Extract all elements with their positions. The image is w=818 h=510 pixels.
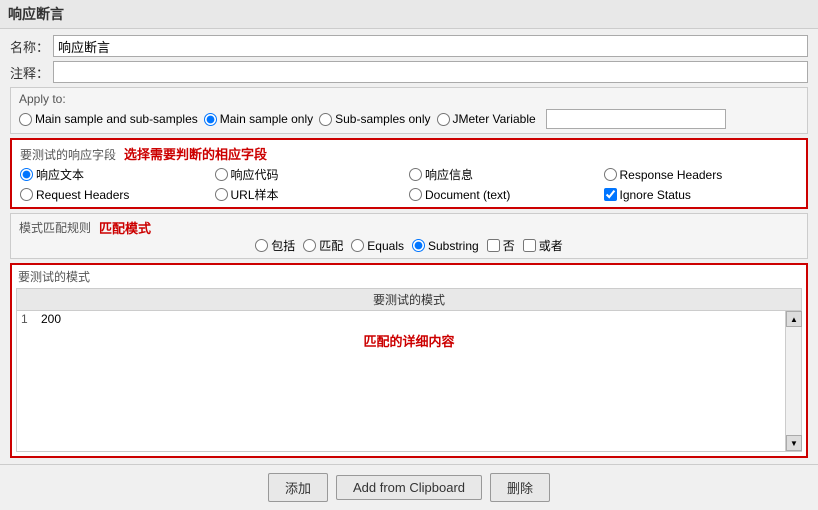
field-response-headers-radio[interactable] <box>604 168 617 181</box>
match-equals-radio[interactable] <box>351 239 364 252</box>
field-response-code-label[interactable]: 响应代码 <box>215 166 410 183</box>
apply-sub-only-label[interactable]: Sub-samples only <box>319 112 430 126</box>
field-to-test-section: 要测试的响应字段 选择需要判断的相应字段 响应文本 响应代码 响应信息 <box>10 138 808 209</box>
field-document-radio[interactable] <box>409 188 422 201</box>
field-response-code-radio[interactable] <box>215 168 228 181</box>
apply-to-section: Apply to: Main sample and sub-samples Ma… <box>10 87 808 134</box>
field-request-headers-radio[interactable] <box>20 188 33 201</box>
name-label: 名称： <box>10 37 49 56</box>
apply-to-label: Apply to: <box>19 92 799 106</box>
pattern-section-hint: 匹配模式 <box>99 218 151 237</box>
match-not-label[interactable]: 否 <box>487 237 515 254</box>
name-input[interactable] <box>53 35 808 57</box>
field-response-text-label[interactable]: 响应文本 <box>20 166 215 183</box>
match-matches-radio[interactable] <box>303 239 316 252</box>
match-contains-label[interactable]: 包括 <box>255 237 295 254</box>
panel-body: 名称： 注释： Apply to: Main sample and sub-sa… <box>0 29 818 464</box>
table-hint: 匹配的详细内容 <box>17 327 801 354</box>
table-row: 1 200 <box>17 311 801 327</box>
match-not-checkbox[interactable] <box>487 239 500 252</box>
field-request-headers-label[interactable]: Request Headers <box>20 186 215 203</box>
row-num: 1 <box>21 312 41 326</box>
field-ignore-status-label[interactable]: Ignore Status <box>604 186 799 203</box>
panel-title: 响应断言 <box>0 0 818 29</box>
match-or-label[interactable]: 或者 <box>523 237 563 254</box>
apply-jmeter-radio[interactable] <box>437 113 450 126</box>
match-contains-radio[interactable] <box>255 239 268 252</box>
field-response-headers-label[interactable]: Response Headers <box>604 166 799 183</box>
name-row: 名称： <box>10 35 808 57</box>
field-response-text-radio[interactable] <box>20 168 33 181</box>
scrollbar-track <box>786 327 801 435</box>
test-patterns-table: 要测试的模式 1 200 匹配的详细内容 ▲ ▼ <box>16 288 802 452</box>
field-response-info-radio[interactable] <box>409 168 422 181</box>
pattern-section-label: 模式匹配规则 <box>19 219 91 236</box>
apply-sub-only-radio[interactable] <box>319 113 332 126</box>
match-substring-radio[interactable] <box>412 239 425 252</box>
row-value: 200 <box>41 312 797 326</box>
add-button[interactable]: 添加 <box>268 473 328 502</box>
scrollbar-up-button[interactable]: ▲ <box>786 311 802 327</box>
field-section-label: 要测试的响应字段 <box>20 146 116 163</box>
footer-area: 添加 Add from Clipboard 删除 <box>0 464 818 510</box>
match-or-checkbox[interactable] <box>523 239 536 252</box>
field-ignore-status-checkbox[interactable] <box>604 188 617 201</box>
test-patterns-section: 要测试的模式 要测试的模式 1 200 匹配的详细内容 ▲ ▼ <box>10 263 808 458</box>
scrollbar: ▲ ▼ <box>785 311 801 451</box>
match-substring-label[interactable]: Substring <box>412 239 479 253</box>
apply-jmeter-input[interactable] <box>546 109 726 129</box>
field-section-hint: 选择需要判断的相应字段 <box>124 144 267 163</box>
table-header: 要测试的模式 <box>17 289 801 311</box>
scrollbar-down-button[interactable]: ▼ <box>786 435 802 451</box>
apply-to-radio-row: Main sample and sub-samples Main sample … <box>19 109 799 129</box>
comment-label: 注释： <box>10 63 49 82</box>
delete-button[interactable]: 删除 <box>490 473 550 502</box>
apply-main-only-label[interactable]: Main sample only <box>204 112 313 126</box>
match-matches-label[interactable]: 匹配 <box>303 237 343 254</box>
field-response-info-label[interactable]: 响应信息 <box>409 166 604 183</box>
apply-jmeter-label[interactable]: JMeter Variable <box>437 112 536 126</box>
apply-main-only-radio[interactable] <box>204 113 217 126</box>
match-row: 包括 匹配 Equals Substring 否 <box>19 237 799 254</box>
apply-main-sub-label[interactable]: Main sample and sub-samples <box>19 112 198 126</box>
match-equals-label[interactable]: Equals <box>351 239 404 253</box>
apply-main-sub-radio[interactable] <box>19 113 32 126</box>
field-url-radio[interactable] <box>215 188 228 201</box>
add-clipboard-button[interactable]: Add from Clipboard <box>336 475 482 500</box>
table-body: 1 200 匹配的详细内容 ▲ ▼ <box>17 311 801 451</box>
comment-input[interactable] <box>53 61 808 83</box>
comment-row: 注释： <box>10 61 808 83</box>
field-document-label[interactable]: Document (text) <box>409 186 604 203</box>
pattern-match-section: 模式匹配规则 匹配模式 包括 匹配 Equals Substr <box>10 213 808 259</box>
field-url-label[interactable]: URL样本 <box>215 186 410 203</box>
field-radio-grid: 响应文本 响应代码 响应信息 Response Headers Request … <box>20 166 798 203</box>
test-patterns-header: 要测试的模式 <box>12 265 806 288</box>
main-panel: 响应断言 名称： 注释： Apply to: Main sample and s… <box>0 0 818 510</box>
